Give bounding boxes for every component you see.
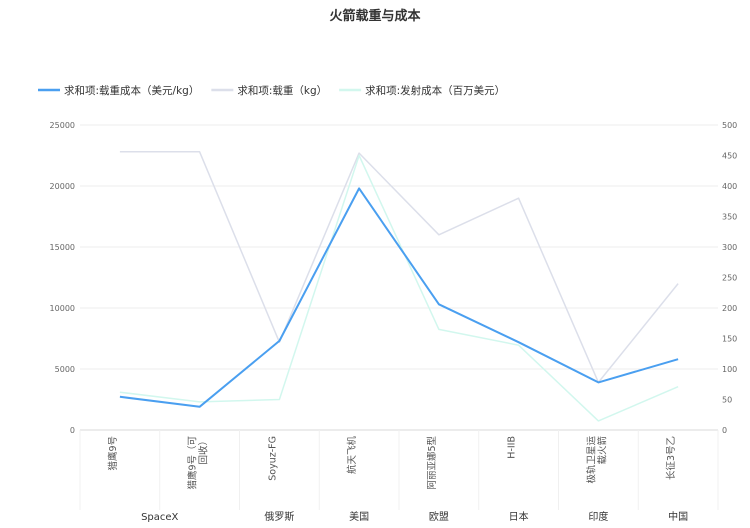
chart-title: 火箭载重与成本 — [329, 8, 420, 24]
y-right-tick-label: 450 — [722, 152, 737, 161]
y-left-tick-label: 10000 — [50, 304, 75, 313]
y-right-tick-label: 400 — [722, 182, 737, 191]
x-category-text: 猎鹰9号（可 — [187, 436, 199, 490]
x-category-text: H-IIB — [507, 436, 518, 459]
x-category-label: 猎鹰9号 — [107, 436, 119, 471]
y-right-tick-label: 500 — [722, 121, 737, 130]
legend-label: 求和项:发射成本（百万美元） — [365, 84, 505, 97]
y-right-tick-label: 250 — [722, 274, 737, 283]
x-category-label: 航天飞机 — [346, 436, 358, 475]
x-category-label: 阿丽亚娜5型 — [426, 436, 438, 490]
x-category-text: 回收） — [198, 436, 210, 465]
series-lines — [119, 151, 679, 422]
y-right-tick-label: 50 — [722, 396, 732, 405]
x-category-label: 极轨卫星运 载火箭 — [585, 436, 608, 484]
x-category-text: 载火箭 — [596, 436, 608, 465]
y-right-tick-label: 100 — [722, 365, 737, 374]
x-group-label: 中国 — [668, 510, 688, 523]
x-category-label: H-IIB — [507, 436, 518, 459]
y-right-tick-label: 150 — [722, 335, 737, 344]
y-left-tick-label: 15000 — [50, 243, 75, 252]
x-category-text: 猎鹰9号 — [107, 436, 119, 471]
y-right-tick-label: 350 — [722, 213, 737, 222]
x-category-text: 长征3号乙 — [665, 436, 677, 480]
x-group-label: 印度 — [588, 510, 608, 523]
y-left-tick-label: 20000 — [50, 182, 75, 191]
legend-item-3[interactable]: 求和项:发射成本（百万美元） — [339, 84, 505, 97]
x-group-label: 俄罗斯 — [264, 510, 294, 523]
legend[interactable]: 求和项:载重成本（美元/kg） 求和项:载重（kg） 求和项:发射成本（百万美元） — [38, 84, 505, 97]
y-left-tick-label: 0 — [70, 426, 75, 435]
chart: 火箭载重与成本 求和项:载重成本（美元/kg） 求和项:载重（kg） 求和项:发射成… — [38, 8, 737, 523]
y-right-tick-label: 0 — [722, 426, 727, 435]
x-category-label: Soyuz-FG — [267, 436, 278, 481]
x-group-label: 美国 — [349, 510, 369, 523]
y-right-tick-label: 200 — [722, 304, 737, 313]
grid — [80, 124, 718, 431]
legend-item-1[interactable]: 求和项:载重成本（美元/kg） — [38, 84, 199, 97]
legend-item-2[interactable]: 求和项:载重（kg） — [211, 84, 327, 97]
x-category-text: Soyuz-FG — [267, 436, 278, 481]
x-axis-labels: 猎鹰9号 猎鹰9号（可 回收） Soyuz-FG 航天飞机 阿丽亚娜5型 H-IIB 极轨卫星… — [107, 436, 688, 523]
x-category-text: 阿丽亚娜5型 — [426, 436, 438, 490]
y-left-tick-label: 5000 — [55, 365, 75, 374]
legend-label: 求和项:载重（kg） — [237, 84, 327, 97]
x-category-text: 极轨卫星运 — [585, 436, 597, 484]
y-right-tick-label: 300 — [722, 243, 737, 252]
x-category-label: 猎鹰9号（可 回收） — [187, 436, 210, 490]
x-group-label: SpaceX — [141, 512, 178, 523]
axes: 0 5000 10000 15000 20000 25000 0 50 100 150 200 250… — [50, 121, 737, 510]
legend-label: 求和项:载重成本（美元/kg） — [64, 84, 199, 97]
x-category-text: 航天飞机 — [346, 436, 358, 475]
y-left-tick-label: 25000 — [50, 121, 75, 130]
x-category-label: 长征3号乙 — [665, 436, 677, 480]
x-group-label: 日本 — [509, 510, 529, 523]
x-group-label: 欧盟 — [429, 511, 449, 523]
